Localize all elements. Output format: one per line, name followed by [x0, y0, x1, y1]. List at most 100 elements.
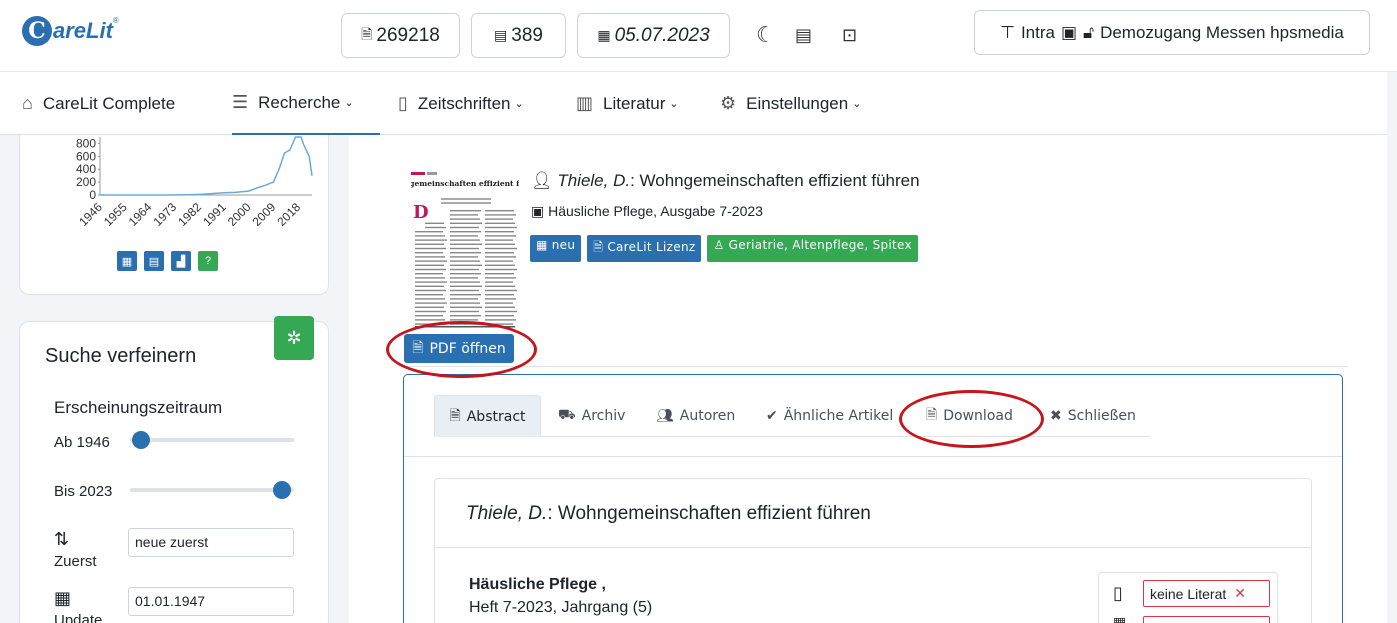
nav-literatur[interactable]: ▥ Literatur ⌄ [576, 72, 679, 135]
from-year-slider[interactable] [130, 438, 294, 442]
x-tick-label: 1964 [126, 200, 155, 229]
article-page-preview: Wohngemeinschaften effizient führen D [385, 172, 545, 328]
article-author[interactable]: Thiele, D. [557, 171, 630, 190]
chevron-down-icon: ⌄ [669, 98, 679, 110]
literature-select-2[interactable] [1143, 616, 1270, 623]
user-prefix: Intra [1020, 22, 1055, 42]
update-label: Update [54, 612, 103, 623]
nav-label: CareLit Complete [42, 93, 176, 113]
clear-icon[interactable]: ✕ [1234, 585, 1246, 602]
chevron-down-icon: ⌄ [344, 97, 354, 109]
nav-recherche[interactable]: ☰ Recherche ⌄ [232, 72, 380, 135]
tag-new: ▦ neu [530, 235, 582, 262]
issue-info: Heft 7-2023, Jahrgang (5) [469, 599, 653, 616]
chart-toolbar: ▦ ▤ ▟ ? [117, 251, 218, 271]
x-tick-label: 2018 [274, 200, 303, 229]
calendar-icon: ▦ [54, 588, 72, 608]
chevron-down-icon: ⌄ [852, 98, 862, 110]
literature-select[interactable]: keine Literat ✕ [1143, 580, 1270, 607]
x-tick-label: 1955 [101, 200, 130, 229]
to-year-slider-handle[interactable] [273, 481, 291, 499]
journal-name[interactable]: Häusliche Pflege , [469, 576, 606, 594]
user-account-box[interactable]: ⊤ Intra ▣ 🔓︎ Demozugang Messen hpsmedia [974, 10, 1370, 55]
calendar-icon: ▦ [536, 238, 552, 252]
date-box[interactable]: ▦ 05.07.2023 [577, 13, 730, 58]
filter-search-icon[interactable]: ✲ [274, 316, 314, 360]
page-scrollbar[interactable] [1387, 72, 1397, 623]
pdf-icon: 🗎 [361, 25, 373, 42]
x-tick-label: 1973 [151, 200, 180, 229]
update-date-input[interactable]: 01.01.1947 [128, 587, 294, 616]
tab-similar-articles[interactable]: ✔ Ähnliche Artikel [766, 395, 893, 437]
x-tick-label: 1946 [76, 200, 105, 229]
articles-count-box[interactable]: 🗎 269218 [341, 13, 460, 58]
nav-einstellungen[interactable]: ⚙ Einstellungen ⌄ [720, 72, 861, 135]
journal-icon: ▯ [398, 93, 408, 113]
x-tick-label: 1982 [175, 200, 204, 229]
to-year-slider[interactable] [130, 488, 294, 492]
author-icon: 👤︎ [531, 171, 553, 190]
nav-zeitschriften[interactable]: ▯ Zeitschriften ⌄ [398, 72, 524, 135]
logo-text: areLit [53, 18, 113, 43]
dark-mode-moon-icon[interactable]: ☾ [756, 22, 776, 48]
sort-arrows-icon: ⇅ [54, 529, 70, 549]
article-heading: 👤︎ Thiele, D.: Wohngemeinschaften effizi… [531, 171, 920, 191]
list-icon[interactable]: ▤ [795, 25, 812, 46]
article-tags: ▦ neu 🗎︎ CareLit Lizenz ♙ Geriatrie, Alt… [530, 235, 918, 262]
tab-close[interactable]: ✖ Schließen [1050, 395, 1136, 437]
main-navigation: ⌂ CareLit Complete ☰ Recherche ⌄ ▯ Zeits… [0, 72, 1397, 135]
open-pdf-label: PDF öffnen [429, 340, 506, 357]
list-view-icon[interactable]: ▤ [144, 251, 164, 271]
abstract-heading: Thiele, D.: Wohngemeinschaften effizient… [466, 503, 871, 525]
archive-icon: ⛟ [558, 407, 576, 423]
abstract-title: : Wohngemeinschaften effizient führen [547, 503, 871, 524]
abstract-author[interactable]: Thiele, D. [466, 503, 547, 524]
literature-icon: ▯ [1113, 583, 1123, 603]
article-thumbnail[interactable]: Wohngemeinschaften effizient führen D [385, 172, 545, 332]
nav-label: Einstellungen [746, 93, 849, 113]
article-source: ▣ Häusliche Pflege, Ausgabe 7-2023 [531, 203, 763, 220]
journal-icon: ▤ [494, 27, 508, 43]
divider [435, 547, 1311, 548]
period-label: Erscheinungszeitraum [54, 398, 223, 417]
to-year-label: Bis 2023 [54, 483, 113, 500]
y-tick-label: 400 [76, 162, 96, 176]
top-header: C areLit ® 🗎 269218 ▤ 389 ▦ 05.07.2023 ☾… [0, 0, 1397, 72]
article-title-sep: : [630, 171, 640, 190]
search-list-icon: ☰ [232, 92, 249, 112]
user-name: Demozugang Messen hpsmedia [1100, 22, 1344, 42]
open-pdf-button[interactable]: 🗎︎ PDF öffnen [404, 334, 514, 363]
article-source-text: Häusliche Pflege, Ausgabe 7-2023 [548, 203, 763, 219]
nav-label: Recherche [258, 92, 341, 112]
articles-count: 269218 [376, 24, 440, 46]
table-icon: ▦ [1113, 614, 1127, 623]
publication-chart: 0200400600800194619551964197319821991200… [76, 136, 313, 229]
tag-license: 🗎︎ CareLit Lizenz [587, 235, 702, 262]
publication-line [100, 136, 313, 196]
carelit-logo[interactable]: C areLit ® [22, 14, 119, 48]
tab-download[interactable]: 🗎︎ Download [926, 395, 1013, 437]
tab-abstract[interactable]: 🗎︎ Abstract [434, 395, 541, 437]
tab-autoren[interactable]: 👥︎ Autoren [656, 395, 735, 437]
thumb-title: Wohngemeinschaften effizient führen [411, 179, 519, 188]
x-tick-label: 2009 [250, 200, 279, 229]
from-year-slider-handle[interactable] [132, 431, 150, 449]
code-icon[interactable]: ⊡ [842, 25, 857, 46]
sort-order-select[interactable]: neue zuerst [128, 528, 294, 557]
chevron-down-icon: ⌄ [514, 98, 524, 110]
tab-archiv[interactable]: ⛟ Archiv [558, 395, 625, 437]
divider [404, 456, 1342, 457]
nav-carelit-complete[interactable]: ⌂ CareLit Complete [22, 72, 175, 135]
literature-value: keine Literat [1150, 585, 1227, 602]
nav-label: Literatur [603, 93, 666, 113]
journals-count-box[interactable]: ▤ 389 [471, 13, 566, 58]
bar-chart-icon[interactable]: ▟ [171, 251, 191, 271]
users-icon: 👥︎ [656, 408, 674, 424]
help-icon[interactable]: ? [198, 251, 218, 271]
refine-search-title: Suche verfeinern [45, 345, 197, 367]
tag-category[interactable]: ♙ Geriatrie, Altenpflege, Spitex [707, 235, 918, 262]
calendar-view-icon[interactable]: ▦ [117, 251, 137, 271]
nav-label: Zeitschriften [417, 93, 511, 113]
logo-registered: ® [112, 16, 119, 25]
logo-mark: C [22, 16, 52, 46]
